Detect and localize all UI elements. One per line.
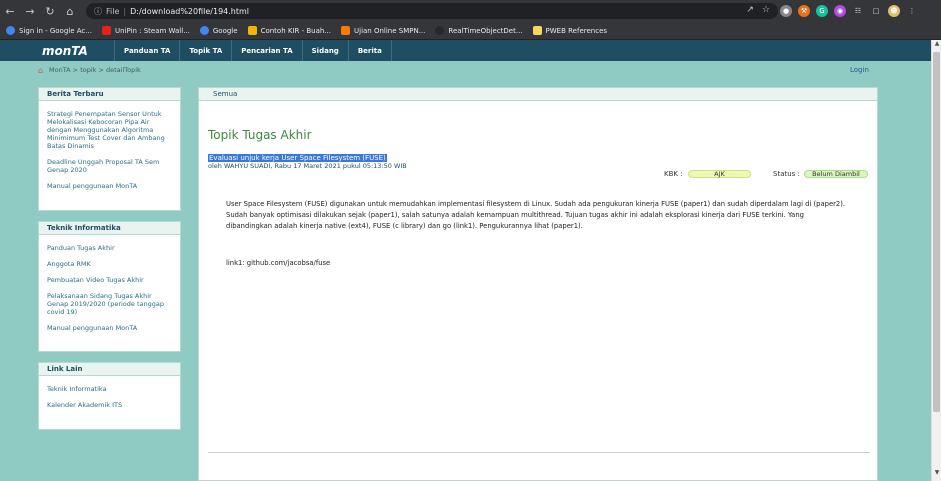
reload-icon[interactable]: ↻ [40,1,60,21]
folder-icon [532,26,542,35]
login-link[interactable]: Login [850,66,869,74]
status-badge: Belum Diambil [804,170,868,178]
sidebar-link[interactable]: Strategi Penempatan Sensor Untuk Melokal… [39,110,180,150]
tab-semua[interactable]: Semua [199,88,877,101]
menu-item-pencarian[interactable]: Pencarian TA [231,40,301,61]
sidebar-teknik: Teknik Informatika Panduan Tugas Akhir A… [38,221,181,352]
bookmark-item[interactable]: UniPin : Steam Wall... [101,26,190,35]
bookmarks-bar: Sign in - Google Ac... UniPin : Steam Wa… [0,22,941,40]
bookmark-item[interactable]: Contoh KIR - Buah... [247,26,331,35]
menu-item-panduan[interactable]: Panduan TA [114,40,179,61]
bookmark-item[interactable]: Ujian Online SMPN... [341,26,425,35]
address-bar[interactable]: ⓘ File | D:/download%20file/194.html ↗ ☆ [86,3,778,19]
sidebar-berita-title: Berita Terbaru [39,88,180,101]
scroll-down-icon[interactable]: ▼ [933,469,941,479]
puzzle-icon[interactable]: ☷ [852,5,864,17]
info-icon[interactable]: ⓘ [90,6,106,17]
sidebar-link[interactable]: Panduan Tugas Akhir [39,244,180,252]
menu-item-topik[interactable]: Topik TA [179,40,231,61]
status-label: Status : [773,170,800,178]
url-text[interactable]: D:/download%20file/194.html [130,7,249,16]
forward-icon[interactable]: → [20,1,40,21]
bookmark-item[interactable]: RealTimeObjectDet... [435,26,523,35]
site-icon [341,26,350,35]
sidebar-link[interactable]: Pelaksanaan Sidang Tugas Akhir Genap 201… [39,292,180,316]
extension-icon[interactable]: ◉ [834,5,846,17]
sidepanel-icon[interactable]: □ [870,5,882,17]
extension-icon[interactable]: ● [780,5,792,17]
kbk-label: KBK : [664,170,683,178]
back-icon[interactable]: ← [0,1,20,21]
breadcrumb: ⌂ MonTA > topik > detailTopik [38,66,141,74]
sidebar-link[interactable]: Kalender Akademik ITS [39,401,180,409]
star-icon[interactable]: ☆ [762,5,770,15]
main-menu: Panduan TA Topik TA Pencarian TA Sidang … [114,40,392,61]
home-icon[interactable]: ⌂ [60,1,80,21]
bookmark-item[interactable]: Sign in - Google Ac... [6,26,92,35]
google-icon [6,26,15,35]
sidebar-link[interactable]: Manual penggunaan MonTA [39,324,180,332]
share-icon[interactable]: ↗ [746,5,754,15]
sidebar-link[interactable]: Pembuatan Video Tugas Akhir [39,276,180,284]
topic-meta: oleh WAHYU SUADI, Rabu 17 Maret 2021 puk… [208,162,407,170]
separator: | [123,6,127,16]
breadcrumb-text[interactable]: MonTA > topik > detailTopik [49,66,141,74]
browser-toolbar: ← → ↻ ⌂ ⓘ File | D:/download%20file/194.… [0,0,941,22]
github-icon [435,26,445,35]
page-title: Topik Tugas Akhir [208,128,312,142]
sidebar-link[interactable]: Anggota RMK [39,260,180,268]
scroll-up-icon[interactable]: ▲ [933,40,941,50]
sidebar-link[interactable]: Deadline Unggah Proposal TA Sem Genap 20… [39,158,180,174]
site-header: monTA Panduan TA Topik TA Pencarian TA S… [0,40,931,61]
menu-icon[interactable]: ⋮ [906,5,918,17]
grammarly-icon[interactable]: G [816,5,828,17]
menu-item-sidang[interactable]: Sidang [301,40,348,61]
kbk-badge: AJK [688,170,751,178]
extension-icon[interactable]: ⚒ [798,5,810,17]
sidebar-link-lain-title: Link Lain [39,363,180,376]
sidebar-link-lain: Link Lain Teknik Informatika Kalender Ak… [38,362,181,430]
drive-icon [247,26,257,35]
home-icon[interactable]: ⌂ [38,66,46,74]
google-icon [199,26,209,35]
bookmark-item[interactable]: Google [199,26,238,35]
menu-item-berita[interactable]: Berita [347,40,392,61]
sidebar-teknik-title: Teknik Informatika [39,222,180,235]
scroll-thumb[interactable] [933,52,940,412]
divider [208,452,870,453]
sidebar-link[interactable]: Manual penggunaan MonTA [39,182,180,190]
youtube-icon [101,26,111,35]
main-content: Semua Topik Tugas Akhir Evaluasi unjuk k… [198,87,878,481]
topic-link: link1: github.com/jacobsa/fuse [226,259,331,267]
topic-title: Evaluasi unjuk kerja User Space Filesyst… [208,154,387,162]
topic-description: User Space Filesystem (FUSE) digunakan u… [226,200,846,231]
bookmark-item[interactable]: PWEB References [532,26,607,35]
sidebar-berita: Berita Terbaru Strategi Penempatan Senso… [38,87,181,211]
scheme-label: File [106,6,120,16]
page-scrollbar[interactable]: ▲ ▼ [931,40,941,481]
avatar[interactable]: ☻ [888,5,900,17]
sidebar-link[interactable]: Teknik Informatika [39,385,180,393]
site-logo[interactable]: monTA [0,44,114,58]
